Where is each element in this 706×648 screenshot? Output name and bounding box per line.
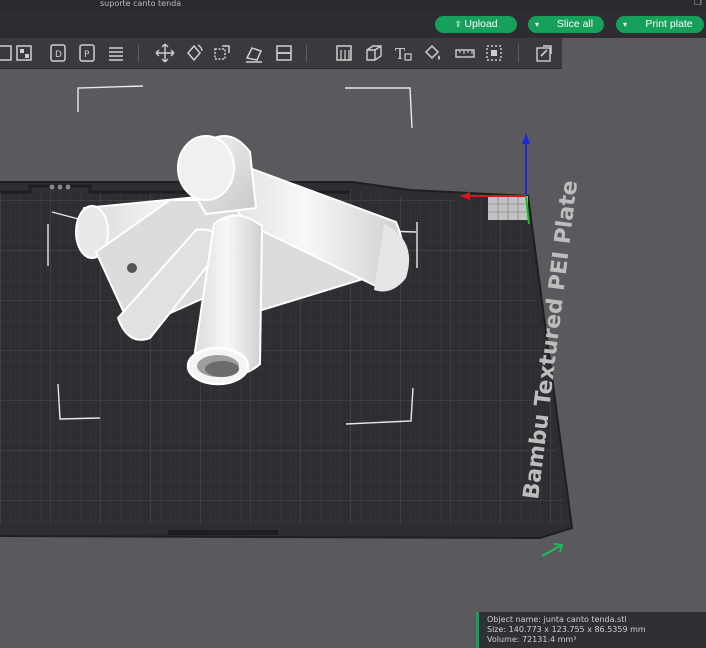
svg-text:T: T <box>395 45 405 63</box>
cut-icon[interactable] <box>274 42 294 64</box>
rotate-icon[interactable] <box>184 42 204 64</box>
upload-button[interactable]: ⇪ Upload <box>435 16 517 33</box>
seam-paint-icon[interactable] <box>364 42 384 64</box>
scale-icon[interactable] <box>212 42 232 64</box>
object-volume-text: Volume: 72131.4 mm³ <box>487 635 577 644</box>
add-plate-icon[interactable] <box>0 42 14 64</box>
title-bar: suporte canto tenda ❐ <box>0 0 706 10</box>
print-dropdown-chevron-icon[interactable]: ▾ <box>616 16 634 33</box>
toolbar-divider <box>518 44 519 62</box>
restore-window-icon[interactable]: ❐ <box>694 0 702 8</box>
upload-icon: ⇪ <box>454 19 465 29</box>
object-name-text: Object name: junta canto tenda.stl <box>487 615 627 624</box>
search-icon[interactable] <box>534 42 554 64</box>
layers-icon[interactable] <box>106 42 126 64</box>
toolbar-divider <box>306 44 307 62</box>
svg-text:P: P <box>84 50 90 60</box>
slice-all-button[interactable]: Slice all <box>546 16 604 33</box>
window-title: suporte canto tenda <box>100 0 182 8</box>
plate-orientation-arrow-icon <box>541 543 564 557</box>
object-size-text: Size: 140.773 x 123.755 x 86.5359 mm <box>487 625 646 634</box>
upload-label: Upload <box>464 18 498 30</box>
support-paint-icon[interactable] <box>334 42 354 64</box>
orient-icon[interactable]: D <box>48 42 68 64</box>
toolbar: D P T <box>0 38 562 69</box>
split-icon[interactable]: P <box>77 42 97 64</box>
action-bar: ⇪ Upload ▾ Slice all ▾ Print plate <box>0 10 706 38</box>
object-info-panel: Object name: junta canto tenda.stl Size:… <box>476 612 706 648</box>
print-plate-button[interactable]: Print plate <box>634 16 704 33</box>
slice-dropdown-chevron-icon[interactable]: ▾ <box>528 16 546 33</box>
arrange-icon[interactable] <box>14 42 34 64</box>
move-icon[interactable] <box>155 42 175 64</box>
toolbar-divider <box>138 44 139 62</box>
3d-viewport[interactable]: Bambu Textured PEI Plate <box>0 68 706 648</box>
svg-text:D: D <box>55 50 62 60</box>
assembly-icon[interactable] <box>484 42 504 64</box>
text-icon[interactable]: T <box>393 42 413 64</box>
measure-icon[interactable] <box>455 42 475 64</box>
lay-on-face-icon[interactable] <box>244 42 264 64</box>
color-paint-icon[interactable] <box>422 42 442 64</box>
